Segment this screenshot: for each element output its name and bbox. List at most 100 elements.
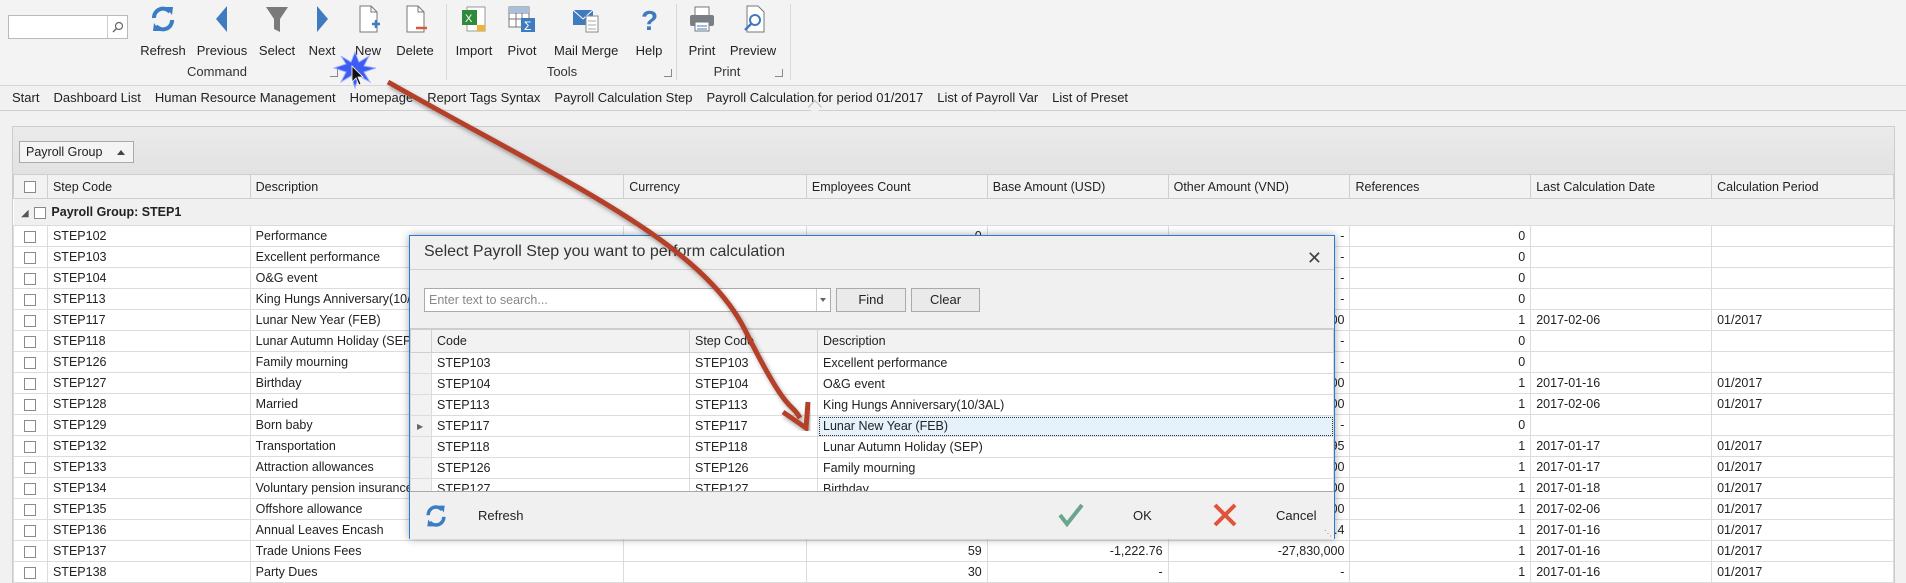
row-checkbox[interactable]: [13, 372, 48, 394]
dialog-column-header[interactable]: Code: [431, 329, 690, 353]
next-icon: [317, 6, 328, 32]
dialog-row[interactable]: STEP103 STEP103 Excellent performance: [410, 352, 1334, 374]
group-checkbox[interactable]: [34, 206, 47, 219]
find-button[interactable]: Find: [836, 288, 906, 312]
table-cell: STEP135: [46, 498, 251, 520]
dialog-row[interactable]: STEP127 STEP127 Birthday: [410, 478, 1334, 491]
preview-button[interactable]: Preview: [721, 4, 785, 60]
search-input[interactable]: [8, 15, 128, 39]
dialog-launcher-icon[interactable]: [330, 69, 338, 77]
dialog-launcher-icon[interactable]: [664, 69, 672, 77]
row-checkbox[interactable]: [13, 267, 48, 289]
document-tabs: Start Dashboard List Human Resource Manage…: [0, 87, 1906, 111]
table-cell: 01/2017: [1711, 519, 1894, 541]
column-header[interactable]: Calculation Period: [1711, 174, 1894, 199]
row-checkbox[interactable]: [13, 246, 48, 268]
dialog-column-header[interactable]: Step Code: [689, 329, 818, 353]
dialog-row[interactable]: STEP126 STEP126 Family mourning: [410, 457, 1334, 479]
tab-payroll-calculation-for-period-01-2017[interactable]: Payroll Calculation for period 01/2017: [699, 87, 930, 110]
column-header[interactable]: References: [1349, 174, 1532, 199]
column-header[interactable]: Description: [249, 174, 625, 199]
dialog-cell: STEP117: [431, 415, 690, 437]
table-row[interactable]: STEP137 Trade Unions Fees 59 -1,222.76 -27,8…: [13, 540, 1894, 562]
table-cell: 1: [1349, 309, 1532, 331]
row-checkbox[interactable]: [13, 330, 48, 352]
table-cell: [1530, 225, 1713, 247]
row-checkbox[interactable]: [13, 393, 48, 415]
select-all-checkbox[interactable]: [13, 174, 48, 199]
table-cell: [1530, 351, 1713, 373]
group-row[interactable]: ◢ Payroll Group: STEP1: [13, 198, 1894, 226]
row-checkbox[interactable]: [13, 225, 48, 247]
select-payroll-step-dialog: Select Payroll Step you want to perform …: [409, 235, 1335, 539]
column-header[interactable]: Currency: [623, 174, 807, 199]
tab-list-of-preset[interactable]: List of Preset: [1045, 87, 1135, 110]
tab-report-tags-syntax[interactable]: Report Tags Syntax: [420, 87, 547, 110]
refresh-button[interactable]: Refresh: [131, 4, 195, 60]
cancel-button[interactable]: Cancel: [1276, 508, 1316, 523]
column-header[interactable]: Step Code: [46, 174, 251, 199]
dialog-row[interactable]: STEP113 STEP113 King Hungs Anniversary(10/…: [410, 394, 1334, 416]
row-checkbox[interactable]: [13, 540, 48, 562]
search-icon[interactable]: [107, 16, 127, 38]
row-checkbox[interactable]: [13, 351, 48, 373]
row-checkbox[interactable]: [13, 498, 48, 520]
tab-homepage[interactable]: Homepage: [343, 87, 421, 110]
refresh-button[interactable]: [422, 503, 450, 532]
row-checkbox[interactable]: [13, 519, 48, 541]
dialog-row[interactable]: ▶ STEP117 STEP117 Lunar New Year (FEB): [410, 415, 1334, 437]
group-by-payroll-group-button[interactable]: Payroll Group: [19, 141, 134, 163]
tab-payroll-calculation-step[interactable]: Payroll Calculation Step: [547, 87, 699, 110]
mail-merge-button[interactable]: Mail Merge: [554, 4, 618, 60]
row-checkbox[interactable]: [13, 288, 48, 310]
row-checkbox[interactable]: [13, 414, 48, 436]
table-cell: [1711, 225, 1894, 247]
table-cell: [1530, 246, 1713, 268]
clear-button[interactable]: Clear: [911, 288, 980, 312]
button-label: Preview: [729, 43, 777, 58]
table-cell: -27,830,000: [1167, 540, 1351, 562]
tab-start[interactable]: Start: [5, 87, 46, 110]
table-cell: STEP117: [46, 309, 251, 331]
column-header[interactable]: Last Calculation Date: [1530, 174, 1713, 199]
row-checkbox[interactable]: [13, 435, 48, 457]
row-checkbox[interactable]: [13, 561, 48, 583]
row-checkbox[interactable]: [13, 477, 48, 499]
dialog-column-header[interactable]: Description: [817, 329, 1334, 353]
group-label-command: Command: [187, 64, 247, 79]
tab-list-of-payroll-var[interactable]: List of Payroll Var: [930, 87, 1045, 110]
tab-human-resource-management[interactable]: Human Resource Management: [148, 87, 343, 110]
row-checkbox[interactable]: [13, 309, 48, 331]
table-cell: STEP113: [46, 288, 251, 310]
table-cell: 1: [1349, 477, 1532, 499]
table-cell: 01/2017: [1711, 435, 1894, 457]
dialog-row[interactable]: STEP104 STEP104 O&G event: [410, 373, 1334, 395]
collapse-group-icon[interactable]: ◢: [22, 208, 29, 218]
close-icon[interactable]: ✕: [1307, 242, 1322, 274]
table-row[interactable]: STEP138 Party Dues 30- -1 2017-01-16 01/2017: [13, 561, 1894, 583]
table-cell: 1: [1349, 561, 1532, 583]
dialog-search-input[interactable]: Enter text to search...: [424, 288, 831, 312]
column-header[interactable]: Other Amount (VND): [1167, 174, 1351, 199]
cancel-x-icon[interactable]: [1212, 502, 1238, 528]
checkmark-icon[interactable]: [1057, 502, 1085, 528]
refresh-button-label[interactable]: Refresh: [478, 508, 524, 523]
ok-button[interactable]: OK: [1133, 508, 1152, 523]
tab-dashboard-list[interactable]: Dashboard List: [46, 87, 147, 110]
group-button-label: Payroll Group: [26, 145, 103, 159]
delete-button[interactable]: Delete: [383, 4, 447, 60]
pivot-icon: Σ: [508, 6, 535, 33]
table-cell: 2017-01-16: [1530, 372, 1713, 394]
pivot-button[interactable]: Σ Pivot: [490, 4, 554, 60]
dialog-cell: STEP103: [431, 352, 690, 374]
column-header[interactable]: Employees Count: [805, 174, 988, 199]
dialog-launcher-icon[interactable]: [775, 69, 783, 77]
dropdown-arrow-icon[interactable]: [816, 289, 830, 311]
column-header[interactable]: Base Amount (USD): [986, 174, 1169, 199]
row-checkbox[interactable]: [13, 456, 48, 478]
dialog-row[interactable]: STEP118 STEP118 Lunar Autumn Holiday (SEP): [410, 436, 1334, 458]
table-cell: 1: [1349, 456, 1532, 478]
table-cell: STEP126: [46, 351, 251, 373]
resize-grip-icon[interactable]: ⋱: [1324, 529, 1332, 538]
dialog-cell: STEP117: [689, 415, 818, 437]
